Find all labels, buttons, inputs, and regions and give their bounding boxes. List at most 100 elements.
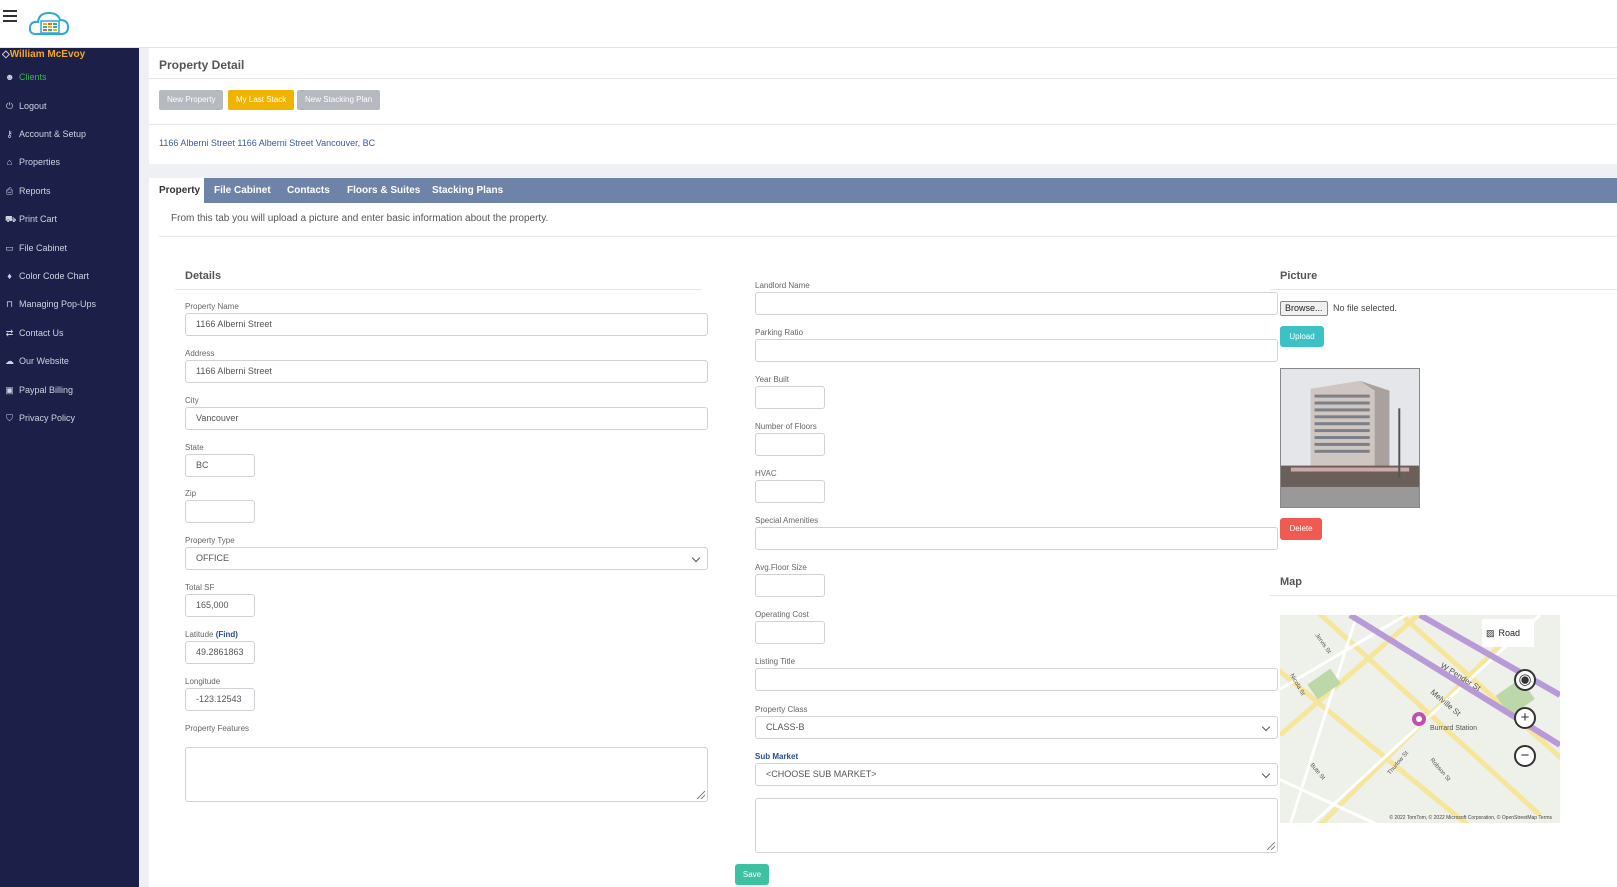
users-icon: ☻ [5, 71, 15, 82]
shield-icon: ⛉ [6, 412, 13, 423]
sidebar-item-our-website[interactable]: ☁ Our Website [5, 356, 69, 366]
sidebar-item-paypal-billing[interactable]: ▣ Paypal Billing [5, 385, 73, 395]
power-icon: ⏻ [5, 100, 14, 111]
longitude-input[interactable]: -123.12543 [185, 688, 255, 711]
tab-floors-suites[interactable]: Floors & Suites [337, 178, 430, 203]
divider [159, 236, 1617, 237]
sidebar-item-properties[interactable]: ⌂ Properties [5, 157, 60, 167]
operating-cost-input[interactable] [755, 621, 825, 644]
special-amenities-input[interactable] [755, 527, 1278, 550]
file-status-text: No file selected. [1333, 303, 1398, 313]
my-last-stack-button[interactable]: My Last Stack [228, 90, 295, 110]
sidebar-item-logout[interactable]: ⏻ Logout [5, 101, 47, 111]
sidebar-item-clients[interactable]: ☻ Clients [5, 72, 47, 82]
year-built-input[interactable] [755, 386, 825, 409]
map-style-button[interactable]: ▨ Road [1482, 619, 1534, 647]
details-title: Details [185, 270, 222, 282]
top-bar [0, 0, 1617, 48]
divider [1270, 289, 1617, 290]
address-link[interactable]: 1166 Alberni Street 1166 Alberni Street … [159, 138, 375, 148]
sidebar-item-color-code-chart[interactable]: ♦ Color Code Chart [5, 271, 89, 281]
sidebar-item-privacy-policy[interactable]: ⛉ Privacy Policy [5, 413, 75, 423]
city-label: City [185, 396, 199, 405]
property-type-select[interactable]: OFFICE [185, 547, 708, 570]
divider [149, 78, 1617, 79]
sidebar-item-account-setup[interactable]: ⚷ Account & Setup [5, 129, 86, 139]
sub-market-select[interactable]: <CHOOSE SUB MARKET> [755, 763, 1278, 786]
landlord-name-input[interactable] [755, 292, 1278, 315]
landlord-name-label: Landlord Name [755, 281, 810, 290]
city-input[interactable]: Vancouver [185, 407, 708, 430]
divider [149, 124, 1617, 125]
map-attribution[interactable]: © 2022 TomTom, © 2022 Microsoft Corporat… [1280, 815, 1560, 821]
divider [1270, 595, 1617, 596]
exchange-icon: ⇄ [5, 327, 14, 338]
total-sf-label: Total SF [185, 583, 215, 592]
delete-button[interactable]: Delete [1280, 518, 1322, 540]
number-of-floors-label: Number of Floors [755, 422, 817, 431]
hvac-label: HVAC [755, 469, 777, 478]
sidebar-item-reports[interactable]: ⎙ Reports [5, 186, 51, 196]
sub-market-label: Sub Market [755, 752, 799, 761]
zip-input[interactable] [185, 500, 255, 523]
main-content: Property Detail New Property My Last Sta… [149, 48, 1617, 887]
year-built-label: Year Built [755, 375, 789, 384]
tab-stacking-plans[interactable]: Stacking Plans [422, 178, 513, 203]
lock-icon: ⊓ [5, 298, 14, 309]
user-icon: ◇ [2, 49, 10, 60]
hamburger-menu-icon[interactable] [3, 10, 17, 24]
sub-market-textarea[interactable] [755, 798, 1278, 853]
cart-icon: ⛟ [5, 213, 17, 224]
property-class-label: Property Class [755, 705, 808, 714]
sidebar-item-managing-popups[interactable]: ⊓ Managing Pop-Ups [5, 299, 96, 309]
latitude-input[interactable]: 49.2861863 [185, 641, 255, 664]
section-separator [149, 164, 1617, 178]
tab-contacts[interactable]: Contacts [277, 178, 340, 203]
zoom-out-icon[interactable]: − [1514, 745, 1536, 767]
hvac-input[interactable] [755, 480, 825, 503]
address-label: Address [185, 349, 215, 358]
state-input[interactable]: BC [185, 454, 255, 477]
new-stacking-plan-button[interactable]: New Stacking Plan [297, 90, 381, 110]
tab-bar: Property File Cabinet Contacts Floors & … [149, 178, 1617, 203]
divider [175, 289, 702, 290]
total-sf-input[interactable]: 165,000 [185, 594, 255, 617]
address-input[interactable]: 1166 Alberni Street [185, 360, 708, 383]
sidebar-item-contact-us[interactable]: ⇄ Contact Us [5, 328, 64, 338]
property-features-textarea[interactable] [185, 747, 708, 802]
listing-title-label: Listing Title [755, 657, 796, 666]
upload-button[interactable]: Upload [1280, 326, 1324, 347]
new-property-button[interactable]: New Property [159, 90, 224, 110]
listing-title-input[interactable] [755, 668, 1278, 691]
state-label: State [185, 443, 204, 452]
logo-icon [28, 11, 70, 35]
special-amenities-label: Special Amenities [755, 516, 819, 525]
parking-ratio-input[interactable] [755, 339, 1278, 362]
folder-icon: ▭ [5, 242, 14, 253]
tab-file-cabinet[interactable]: File Cabinet [204, 178, 281, 203]
sidebar-item-print-cart[interactable]: ⛟ Print Cart [5, 214, 57, 224]
map-icon: ▨ [1486, 627, 1495, 638]
find-link[interactable]: (Find) [216, 630, 238, 639]
cloud-icon: ☁ [5, 355, 14, 366]
sidebar-item-file-cabinet[interactable]: ▭ File Cabinet [5, 243, 67, 253]
operating-cost-label: Operating Cost [755, 610, 809, 619]
user-name[interactable]: ◇William McEvoy [2, 49, 85, 60]
save-button[interactable]: Save [735, 864, 769, 885]
map-view[interactable]: W Pender St Melville St Burrard Station … [1280, 615, 1560, 823]
browse-button[interactable]: Browse... [1280, 301, 1328, 316]
property-name-input[interactable]: 1166 Alberni Street [185, 313, 708, 336]
latitude-label: Latitude (Find) [185, 630, 238, 639]
zoom-in-icon[interactable]: + [1514, 707, 1536, 729]
number-of-floors-input[interactable] [755, 433, 825, 456]
map-title: Map [1280, 576, 1302, 588]
home-icon: ⌂ [6, 156, 13, 167]
money-icon: ▣ [5, 384, 14, 395]
sidebar: ◇William McEvoy ☻ Clients ⏻ Logout ⚷ Accoun… [0, 48, 139, 887]
drop-icon: ♦ [7, 270, 12, 281]
avg-floor-size-input[interactable] [755, 574, 825, 597]
locate-me-icon[interactable]: ◉ [1514, 669, 1536, 691]
property-class-select[interactable]: CLASS-B [755, 716, 1278, 739]
property-name-label: Property Name [185, 302, 239, 311]
tab-property[interactable]: Property [149, 178, 204, 203]
